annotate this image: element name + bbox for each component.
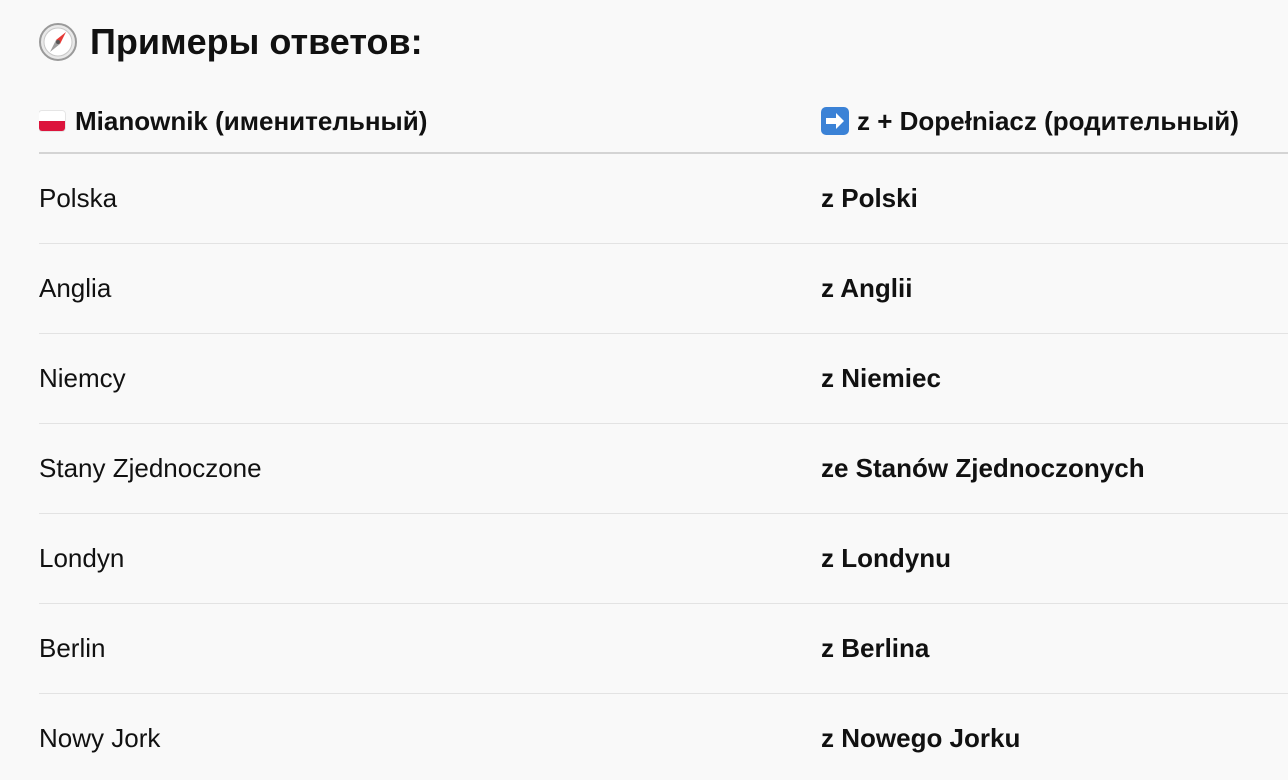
cell-genitive: z Berlina (821, 633, 930, 663)
table-header: Mianownik (именительный) z + Dopełniacz … (39, 90, 1288, 154)
table-row: Londyn z Londynu (39, 514, 1288, 604)
cell-nominative: Londyn (39, 543, 125, 573)
compass-icon (38, 22, 78, 62)
table-row: Stany Zjednoczone ze Stanów Zjednoczonyc… (39, 424, 1288, 514)
cell-nominative: Nowy Jork (39, 723, 161, 753)
examples-table: Mianownik (именительный) z + Dopełniacz … (39, 90, 1288, 780)
cell-genitive: ze Stanów Zjednoczonych (821, 453, 1145, 483)
table-row: Berlin z Berlina (39, 604, 1288, 694)
poland-flag-icon (39, 111, 65, 131)
cell-genitive: z Anglii (821, 273, 913, 303)
cell-nominative: Niemcy (39, 363, 126, 393)
column-header-nominative: Mianownik (именительный) (39, 106, 821, 137)
page-title-text: Примеры ответов: (90, 21, 423, 62)
column-header-label: z + Dopełniacz (родительный) (857, 105, 1239, 136)
cell-nominative: Anglia (39, 273, 112, 303)
table-row: Anglia z Anglii (39, 244, 1288, 334)
cell-genitive: z Londynu (821, 543, 951, 573)
table-row: Polska z Polski (39, 154, 1288, 244)
page-title: Примеры ответов: (38, 18, 423, 66)
column-header-label: Mianownik (именительный) (75, 105, 428, 136)
column-header-genitive: z + Dopełniacz (родительный) (821, 106, 1288, 137)
cell-genitive: z Niemiec (821, 363, 941, 393)
right-arrow-icon (821, 107, 849, 135)
cell-nominative: Stany Zjednoczone (39, 453, 262, 483)
table-row: Nowy Jork z Nowego Jorku (39, 694, 1288, 780)
table-row: Niemcy z Niemiec (39, 334, 1288, 424)
cell-nominative: Polska (39, 183, 118, 213)
cell-genitive: z Nowego Jorku (821, 723, 1021, 753)
cell-nominative: Berlin (39, 633, 106, 663)
cell-genitive: z Polski (821, 183, 918, 213)
